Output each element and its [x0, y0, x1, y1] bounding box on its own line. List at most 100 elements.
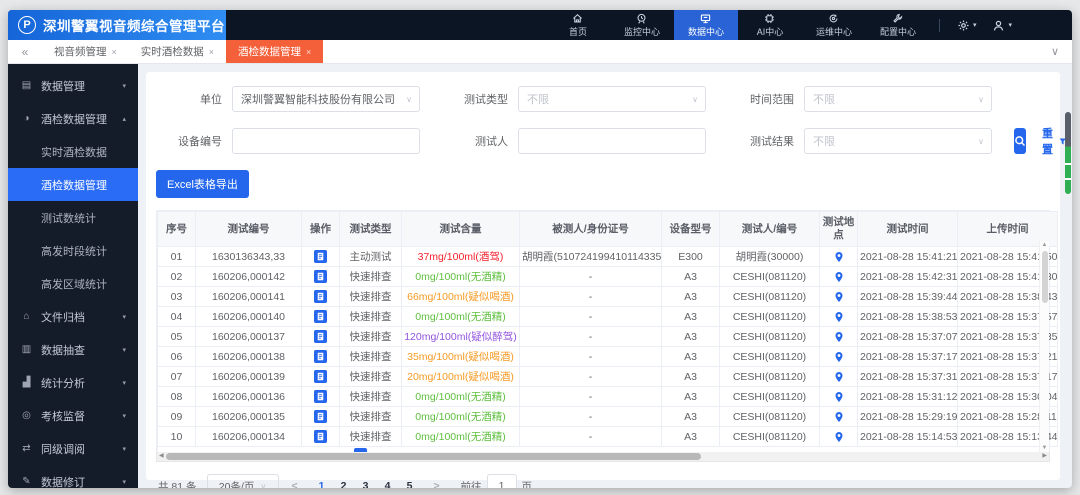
table-row[interactable]: 01 1630136343,33 主动测试 37mg/100ml(酒驾) 胡明霞… — [157, 246, 1058, 268]
location-pin-icon[interactable] — [819, 306, 858, 328]
home-icon — [573, 13, 583, 22]
sidebar-item-peak-period-stats[interactable]: 高发时段统计 — [8, 234, 138, 267]
horizontal-scroll-thumb[interactable] — [166, 453, 702, 461]
app-logo: P 深圳警翼视音频综合管理平台 — [8, 10, 226, 40]
location-pin-icon[interactable] — [819, 326, 858, 348]
location-pin-icon[interactable] — [819, 386, 858, 408]
settings-menu[interactable]: ▾ — [949, 10, 985, 40]
test-result-select[interactable]: 不限 ∨ — [804, 128, 992, 154]
scroll-up-icon[interactable]: ▲ — [1040, 242, 1049, 248]
view-detail-button[interactable] — [301, 326, 340, 348]
view-detail-button[interactable] — [301, 386, 340, 408]
page-number-button[interactable]: 3 — [355, 475, 377, 488]
sidebar-item-test-count-stats[interactable]: 测试数统计 — [8, 201, 138, 234]
nav-item-home[interactable]: 首页 — [546, 10, 610, 40]
table-horizontal-scrollbar[interactable]: ◀ ▶ — [156, 452, 1050, 463]
nav-item-ops-center[interactable]: 运维中心 — [802, 10, 866, 40]
sidebar-item-stats-analysis[interactable]: ▟ 统计分析 ▾ — [8, 366, 138, 399]
cell-tester: CESHI(081120) — [719, 326, 820, 348]
cell-index: 01 — [157, 246, 196, 268]
table-vertical-scrollbar[interactable]: ▲ ▼ — [1039, 241, 1049, 453]
tabs-collapse-button[interactable]: ∨ — [1038, 40, 1072, 63]
close-icon[interactable]: × — [112, 47, 117, 57]
nav-item-ai-center[interactable]: AI中心 — [738, 10, 802, 40]
location-pin-icon[interactable] — [819, 426, 858, 448]
sidebar-item-peak-area-stats[interactable]: 高发区域统计 — [8, 267, 138, 300]
tab-alcohol-data-mgmt[interactable]: 酒检数据管理 × — [226, 40, 324, 63]
view-detail-button[interactable] — [301, 246, 340, 268]
table-row[interactable]: 10 160206,000134 快速排查 0mg/100ml(无酒精) - A… — [157, 426, 1058, 448]
nav-divider — [938, 18, 940, 32]
tab-realtime-alcohol-data[interactable]: 实时酒检数据 × — [129, 40, 226, 63]
sidebar-item-alcohol-data-mgmt[interactable]: ◑ 酒检数据管理 ▴ — [8, 102, 138, 135]
search-button[interactable] — [1014, 128, 1026, 154]
sidebar-item-peer-review[interactable]: ⇄ 同级调阅 ▾ — [8, 432, 138, 465]
sidebar-item-file-archive[interactable]: ⌂ 文件归档 ▾ — [8, 300, 138, 333]
table-row[interactable]: 03 160206,000141 快速排查 66mg/100ml(疑似喝酒) -… — [157, 286, 1058, 308]
data-center-icon — [701, 14, 711, 23]
device-no-input[interactable] — [241, 135, 411, 147]
table-row[interactable]: 06 160206,000138 快速排查 35mg/100ml(疑似喝酒) -… — [157, 346, 1058, 368]
location-pin-icon[interactable] — [819, 366, 858, 388]
scroll-left-icon[interactable]: ◀ — [159, 452, 164, 461]
page-scrollbar-thumb[interactable] — [1065, 112, 1071, 194]
table-row[interactable]: 08 160206,000136 快速排查 0mg/100ml(无酒精) - A… — [157, 386, 1058, 408]
table-row[interactable]: 07 160206,000139 快速排查 20mg/100ml(疑似喝酒) -… — [157, 366, 1058, 388]
view-detail-button[interactable] — [301, 366, 340, 388]
cell-device-model: E300 — [661, 246, 720, 268]
page-number-button[interactable]: 5 — [399, 475, 421, 488]
tester-label: 测试人 — [475, 136, 508, 148]
tester-input[interactable] — [527, 135, 697, 147]
user-menu[interactable]: ▾ — [984, 10, 1020, 40]
cell-index: 10 — [157, 426, 196, 448]
view-detail-button[interactable] — [301, 346, 340, 368]
location-pin-icon[interactable] — [819, 246, 858, 268]
excel-export-button[interactable]: Excel表格导出 — [156, 170, 249, 198]
sidebar-item-data-mgmt[interactable]: ▤ 数据管理 ▾ — [8, 69, 138, 102]
view-detail-button[interactable] — [301, 266, 340, 288]
sidebar-item-realtime-alcohol-data[interactable]: 实时酒检数据 — [8, 135, 138, 168]
cell-test-no: 160206,000137 — [195, 326, 302, 348]
cell-test-time: 2021-08-28 15:14:53 — [857, 426, 958, 448]
test-type-select[interactable]: 不限 ∨ — [518, 86, 706, 112]
sidebar-item-data-spot-check[interactable]: ▥ 数据抽查 ▾ — [8, 333, 138, 366]
cell-index: 09 — [157, 406, 196, 428]
page-number-button[interactable]: 1 — [311, 475, 333, 488]
page-number-button[interactable]: 2 — [333, 475, 355, 488]
page-size-select[interactable]: 20条/页 ∨ — [206, 474, 279, 488]
tabs-scroll-left-button[interactable]: « — [8, 40, 42, 63]
table-row[interactable]: 05 160206,000137 快速排查 120mg/100ml(疑似醉驾) … — [157, 326, 1058, 348]
vertical-scroll-thumb[interactable] — [1042, 251, 1048, 303]
view-detail-button[interactable] — [301, 306, 340, 328]
top-header: P 深圳警翼视音频综合管理平台 首页 监控中心 数据中心 AI中心 运维中心 配… — [8, 10, 1072, 40]
table-row[interactable]: 02 160206,000142 快速排查 0mg/100ml(无酒精) - A… — [157, 266, 1058, 288]
table-row[interactable]: 09 160206,000135 快速排查 0mg/100ml(无酒精) - A… — [157, 406, 1058, 428]
view-detail-button[interactable] — [301, 286, 340, 308]
location-pin-icon[interactable] — [819, 406, 858, 428]
close-icon[interactable]: × — [306, 47, 311, 57]
sidebar-item-assessment-supervision[interactable]: ◎ 考核监督 ▾ — [8, 399, 138, 432]
cell-test-no: 160206,000140 — [195, 306, 302, 328]
nav-item-config-center[interactable]: 配置中心 — [866, 10, 930, 40]
view-detail-button[interactable] — [301, 426, 340, 448]
reset-button[interactable]: 重置 — [1042, 125, 1066, 157]
sidebar-item-alcohol-data-mgmt-active[interactable]: 酒检数据管理 — [8, 168, 138, 201]
unit-select[interactable]: 深圳警翼智能科技股份有限公司 ∨ — [232, 86, 420, 112]
location-pin-icon[interactable] — [819, 266, 858, 288]
scroll-right-icon[interactable]: ▶ — [1042, 452, 1047, 461]
tab-video-audio-mgmt[interactable]: 视音频管理 × — [42, 40, 129, 63]
prev-page-button[interactable]: < — [285, 480, 305, 488]
table-row[interactable]: 04 160206,000140 快速排查 0mg/100ml(无酒精) - A… — [157, 306, 1058, 328]
scroll-down-icon[interactable]: ▼ — [1040, 445, 1049, 451]
close-icon[interactable]: × — [209, 47, 214, 57]
nav-item-data-center[interactable]: 数据中心 — [673, 10, 738, 40]
next-page-button[interactable]: > — [427, 480, 447, 488]
view-detail-button[interactable] — [301, 406, 340, 428]
time-range-select[interactable]: 不限 ∨ — [804, 86, 992, 112]
page-number-button[interactable]: 4 — [377, 475, 399, 488]
nav-item-monitor-center[interactable]: 监控中心 — [610, 10, 674, 40]
location-pin-icon[interactable] — [819, 286, 858, 308]
location-pin-icon[interactable] — [819, 346, 858, 368]
goto-page-input[interactable] — [486, 474, 517, 488]
sidebar-item-data-revision[interactable]: ✎ 数据修订 ▾ — [8, 465, 138, 488]
